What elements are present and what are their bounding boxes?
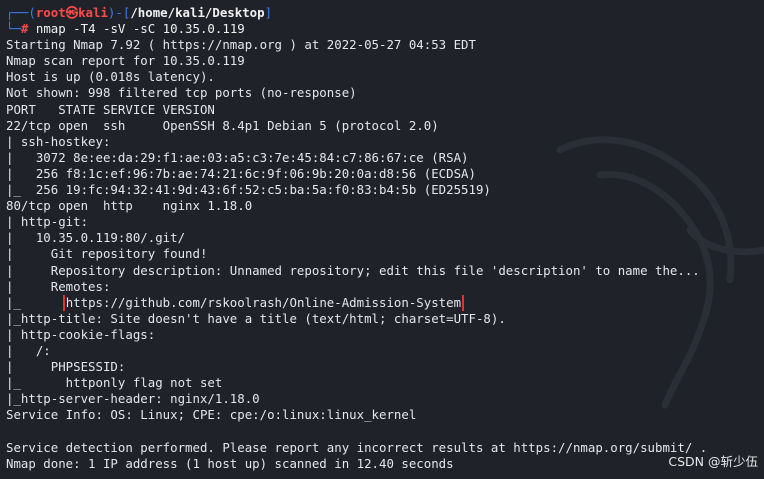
git-remote-url: https://github.com/rskoolrash/Online-Adm… xyxy=(62,294,465,311)
output-line: | 256 f8:1c:ef:96:7b:ae:74:21:6c:9f:06:9… xyxy=(6,165,476,181)
output-line: | Repository description: Unnamed reposi… xyxy=(6,262,700,278)
prompt-frame-bottom: └─ xyxy=(6,21,21,37)
highlighted-remote-line: |_ https://github.com/rskoolrash/Online-… xyxy=(6,294,764,311)
command-text: nmap -T4 -sV -sC 10.35.0.119 xyxy=(35,21,245,37)
output-line: Nmap scan report for 10.35.0.119 xyxy=(6,53,245,69)
prompt-line: ┌──(root㉿kali)-[/home/kali/Desktop] xyxy=(6,5,764,21)
output-line: Not shown: 998 filtered tcp ports (no-re… xyxy=(6,85,357,101)
terminal-window[interactable]: ┌──(root㉿kali)-[/home/kali/Desktop] └─# … xyxy=(0,0,764,479)
output-line: | http-cookie-flags: xyxy=(6,326,156,342)
highlight-prefix: |_ xyxy=(6,294,66,310)
prompt-frame-right: ] xyxy=(264,5,273,20)
skull-icon: ㉿ xyxy=(65,5,79,20)
output-line: Host is up (0.018s latency). xyxy=(6,69,215,85)
output-line: Service Info: OS: Linux; CPE: cpe:/o:lin… xyxy=(6,407,417,423)
terminal-output: ┌──(root㉿kali)-[/home/kali/Desktop] └─# … xyxy=(6,5,764,472)
csdn-watermark: CSDN @斩少伍 xyxy=(668,453,758,469)
output-line: |_http-server-header: nginx/1.18.0 xyxy=(6,391,260,407)
output-line: PORT STATE SERVICE VERSION xyxy=(6,101,215,117)
prompt-path: /home/kali/Desktop xyxy=(130,5,265,20)
command-line: └─# nmap -T4 -sV -sC 10.35.0.119 xyxy=(6,21,764,37)
prompt-host: kali xyxy=(78,5,108,20)
output-line: 80/tcp open http nginx 1.18.0 xyxy=(6,198,253,214)
output-line: |_http-title: Site doesn't have a title … xyxy=(6,310,506,326)
output-line: | Remotes: xyxy=(6,278,111,294)
output-line: | 3072 8e:ee:da:29:f1:ae:03:a5:c3:7e:45:… xyxy=(6,149,469,165)
output-line: | PHPSESSID: xyxy=(6,359,126,375)
output-line: | 10.35.0.119:80/.git/ xyxy=(6,230,186,246)
output-line: | http-git: xyxy=(6,214,89,230)
output-line: | Git repository found! xyxy=(6,246,208,262)
output-line: Nmap done: 1 IP address (1 host up) scan… xyxy=(6,455,454,471)
output-line: |_ httponly flag not set xyxy=(6,375,223,391)
prompt-frame-left: ┌──( xyxy=(6,5,36,20)
output-line: 22/tcp open ssh OpenSSH 8.4p1 Debian 5 (… xyxy=(6,117,439,133)
output-line: Starting Nmap 7.92 ( https://nmap.org ) … xyxy=(6,37,476,53)
prompt-user: root xyxy=(35,5,66,20)
output-line: Service detection performed. Please repo… xyxy=(6,439,708,455)
prompt-frame-mid: )-[ xyxy=(107,5,131,20)
output-line: | /: xyxy=(6,342,51,358)
output-line: | ssh-hostkey: xyxy=(6,133,111,149)
output-line: |_ 256 19:fc:94:32:41:9d:43:6f:52:c5:ba:… xyxy=(6,182,491,198)
